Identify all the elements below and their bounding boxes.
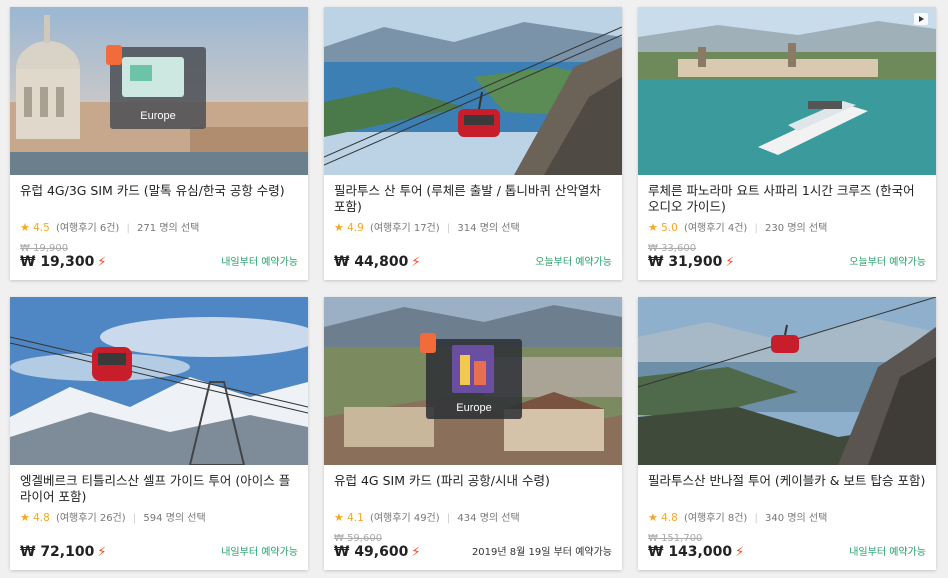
review-count: (여행후기 49건) [369,513,440,524]
availability: 내일부터 예약가능 [221,547,298,558]
star-icon: ★ [648,511,658,524]
review-count: (여행후기 4건) [683,223,748,234]
rating: 4.8 [661,512,678,524]
price-value: ₩ 31,900 [648,254,723,270]
meta-separator: | [754,223,758,234]
original-price: ₩ 59,600 [334,533,383,544]
chosen-count: 271 명의 선택 [137,223,200,234]
product-card[interactable]: Europe 유럽 4G SIM 카드 (파리 공항/시내 수령) ★ 4.1 … [324,297,622,570]
chosen-count: 314 명의 선택 [457,223,520,234]
product-title[interactable]: 필라투스 산 투어 (루체른 출발 / 톱니바퀴 산악열차 포함) [334,183,612,215]
product-card[interactable]: 필라투스산 반나절 투어 (케이블카 & 보트 탑승 포함) ★ 4.8 (여행… [638,297,936,570]
star-icon: ★ [20,511,30,524]
availability: 내일부터 예약가능 [849,547,926,558]
original-price: ₩ 19,900 [20,243,69,254]
star-icon: ★ [20,221,30,234]
product-image[interactable] [638,7,936,175]
price-value: ₩ 72,100 [20,544,95,560]
price: ₩ 19,300 ⚡ [20,254,106,270]
image-label: Europe [456,402,491,414]
chosen-count: 434 명의 선택 [457,513,520,524]
product-card[interactable]: 엥겔베르크 티틀리스산 셀프 가이드 투어 (아이스 플라이어 포함) ★ 4.… [10,297,308,570]
meta-separator: | [754,513,758,524]
price: ₩ 72,100 ⚡ [20,544,106,560]
product-image[interactable] [638,297,936,465]
chosen-count: 340 명의 선택 [765,513,828,524]
product-title[interactable]: 엥겔베르크 티틀리스산 셀프 가이드 투어 (아이스 플라이어 포함) [20,473,298,505]
meta-separator: | [126,223,130,234]
meta-separator: | [132,513,137,524]
rating: 5.0 [661,222,678,234]
price-value: ₩ 44,800 [334,254,409,270]
rating: 4.8 [33,512,50,524]
product-meta: ★ 4.9 (여행후기 17건) | 314 명의 선택 [334,219,612,234]
rating: 4.5 [33,222,50,234]
product-meta: ★ 5.0 (여행후기 4건) | 230 명의 선택 [648,219,926,234]
price-value: ₩ 143,000 [648,544,733,560]
lightning-icon: ⚡ [725,255,735,270]
lightning-icon: ⚡ [97,545,107,560]
product-meta: ★ 4.5 (여행후기 6건) | 271 명의 선택 [20,219,298,234]
video-play-icon[interactable] [914,13,928,25]
star-icon: ★ [334,511,344,524]
product-image[interactable]: Europe [324,297,622,465]
review-count: (여행후기 8건) [683,513,748,524]
product-meta: ★ 4.8 (여행후기 8건) | 340 명의 선택 [648,509,926,524]
review-count: (여행후기 6건) [55,223,120,234]
product-title[interactable]: 유럽 4G/3G SIM 카드 (말톡 유심/한국 공항 수령) [20,183,298,215]
product-card[interactable]: 필라투스 산 투어 (루체른 출발 / 톱니바퀴 산악열차 포함) ★ 4.9 … [324,7,622,280]
price: ₩ 31,900 ⚡ [648,254,734,270]
product-card[interactable]: 루체른 파노라마 요트 사파리 1시간 크루즈 (한국어 오디오 가이드) ★ … [638,7,936,280]
original-price: ₩ 151,700 [648,533,703,544]
meta-separator: | [446,513,451,524]
lightning-icon: ⚡ [735,545,745,560]
chosen-count: 594 명의 선택 [143,513,206,524]
chosen-count: 230 명의 선택 [765,223,828,234]
availability: 내일부터 예약가능 [221,257,298,268]
review-count: (여행후기 26건) [55,513,126,524]
product-meta: ★ 4.1 (여행후기 49건) | 434 명의 선택 [334,509,612,524]
review-count: (여행후기 17건) [369,223,440,234]
product-image[interactable] [10,297,308,465]
price-value: ₩ 49,600 [334,544,409,560]
original-price: ₩ 33,600 [648,243,697,254]
lightning-icon: ⚡ [411,255,421,270]
price: ₩ 49,600 ⚡ [334,544,420,560]
product-title[interactable]: 필라투스산 반나절 투어 (케이블카 & 보트 탑승 포함) [648,473,926,505]
price-value: ₩ 19,300 [20,254,95,270]
product-title[interactable]: 루체른 파노라마 요트 사파리 1시간 크루즈 (한국어 오디오 가이드) [648,183,926,215]
product-image[interactable] [324,7,622,175]
price: ₩ 143,000 ⚡ [648,544,744,560]
product-title[interactable]: 유럽 4G SIM 카드 (파리 공항/시내 수령) [334,473,612,505]
star-icon: ★ [648,221,658,234]
lightning-icon: ⚡ [97,255,107,270]
image-label: Europe [140,110,175,122]
rating: 4.9 [347,222,364,234]
meta-separator: | [446,223,451,234]
product-meta: ★ 4.8 (여행후기 26건) | 594 명의 선택 [20,509,298,524]
product-card[interactable]: Europe 유럽 4G/3G SIM 카드 (말톡 유심/한국 공항 수령) … [10,7,308,280]
product-image[interactable]: Europe [10,7,308,175]
availability: 2019년 8월 19일 부터 예약가능 [471,547,612,558]
star-icon: ★ [334,221,344,234]
lightning-icon: ⚡ [411,545,421,560]
availability: 오늘부터 예약가능 [849,257,926,268]
rating: 4.1 [347,512,364,524]
product-grid: Europe 유럽 4G/3G SIM 카드 (말톡 유심/한국 공항 수령) … [0,0,948,578]
availability: 오늘부터 예약가능 [535,257,612,268]
price: ₩ 44,800 ⚡ [334,254,420,270]
